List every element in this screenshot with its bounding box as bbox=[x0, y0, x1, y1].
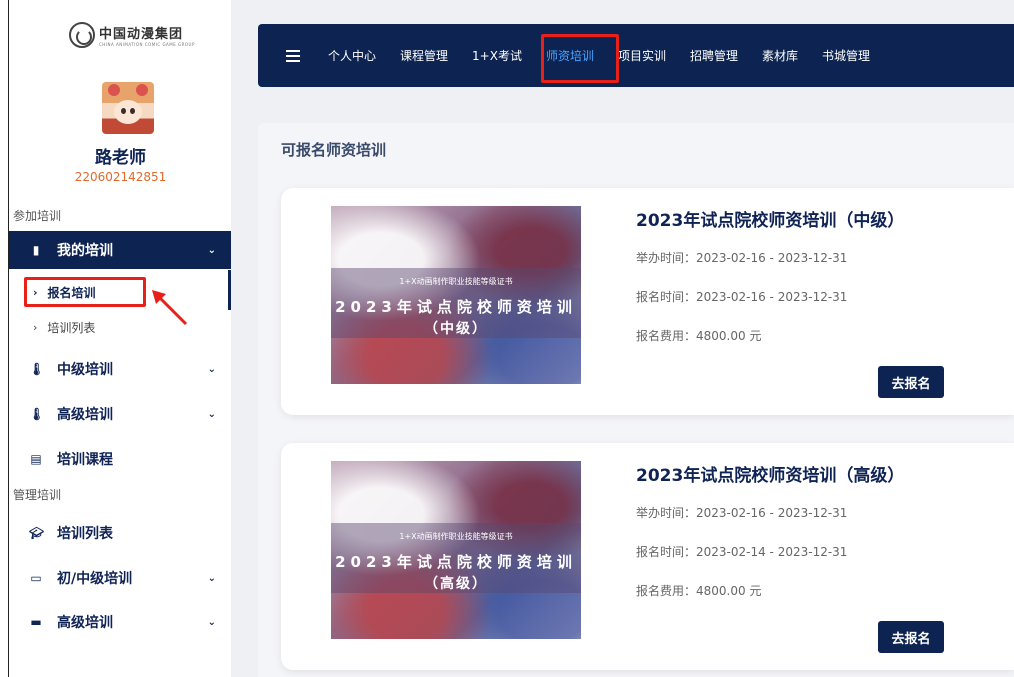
chevron-down-icon: ⌄ bbox=[207, 244, 216, 256]
battery-icon: ▭ bbox=[30, 571, 42, 585]
sidebar-item-manage-basic[interactable]: ▭ 初/中级培训 ⌄ bbox=[9, 559, 232, 597]
avatar[interactable] bbox=[102, 82, 154, 134]
sidebar-item-courses[interactable]: ▤ 培训课程 bbox=[9, 440, 232, 478]
tab-recruitment[interactable]: 招聘管理 bbox=[678, 24, 750, 87]
tab-1x-exam[interactable]: 1+X考试 bbox=[460, 24, 534, 87]
training-card: 1+X动画制作职业技能等级证书 2023年试点院校师资培训 （中级） 2023年… bbox=[281, 188, 1014, 415]
sidebar-item-advanced[interactable]: 🌡︎ 高级培训 ⌄ bbox=[9, 395, 232, 433]
tab-course-management[interactable]: 课程管理 bbox=[388, 24, 460, 87]
held-time: 举办时间：2023-02-16 - 2023-12-31 bbox=[636, 506, 848, 520]
cover-caption: 1+X动画制作职业技能等级证书 bbox=[399, 277, 513, 286]
brand-name-en: CHINA ANIMATION COMIC GAME GROUP bbox=[99, 42, 195, 47]
sidebar-item-intermediate[interactable]: 🌡︎ 中级培训 ⌄ bbox=[9, 350, 232, 388]
clipboard-icon: ▮ bbox=[32, 243, 40, 257]
sidebar-item-label: 中级培训 bbox=[57, 362, 113, 378]
logo-mark-icon bbox=[69, 22, 95, 48]
thermometer-icon: 🌡︎ bbox=[29, 407, 45, 421]
page-title: 可报名师资培训 bbox=[281, 141, 387, 159]
graduation-cap-icon: 🎓︎ bbox=[29, 526, 45, 540]
highlight-box-signup bbox=[24, 277, 146, 307]
brand-name: 中国动漫集团 bbox=[99, 27, 184, 42]
training-cover-image[interactable]: 1+X动画制作职业技能等级证书 2023年试点院校师资培训 （高级） bbox=[331, 461, 581, 639]
chevron-down-icon: ⌄ bbox=[207, 572, 216, 584]
training-title[interactable]: 2023年试点院校师资培训（中级） bbox=[636, 206, 904, 231]
sidebar-item-label: 培训课程 bbox=[57, 452, 113, 468]
tab-materials[interactable]: 素材库 bbox=[750, 24, 810, 87]
user-name: 路老师 bbox=[95, 148, 146, 168]
cover-level: （中级） bbox=[424, 321, 488, 337]
training-title[interactable]: 2023年试点院校师资培训（高级） bbox=[636, 461, 904, 486]
user-id: 220602142851 bbox=[74, 170, 167, 184]
sidebar-item-label: 高级培训 bbox=[57, 615, 113, 631]
sidebar-item-manage-advanced[interactable]: ▬ 高级培训 ⌄ bbox=[9, 603, 232, 641]
sidebar-item-label: 初/中级培训 bbox=[57, 571, 133, 587]
section-manage-training: 管理培训 bbox=[13, 488, 62, 502]
thermometer-icon: 🌡︎ bbox=[29, 362, 45, 376]
top-nav-bar: 个人中心 课程管理 1+X考试 师资培训 项目实训 招聘管理 素材库 书城管理 bbox=[258, 24, 1014, 87]
chevron-down-icon: ⌄ bbox=[207, 363, 216, 375]
chevron-down-icon: ⌄ bbox=[207, 408, 216, 420]
sidebar-item-manage-list[interactable]: 🎓︎ 培训列表 bbox=[9, 514, 232, 552]
menu-toggle-icon[interactable] bbox=[286, 49, 300, 62]
cover-title: 2023年试点院校师资培训 bbox=[335, 553, 577, 571]
signup-time: 报名时间：2023-02-14 - 2023-12-31 bbox=[636, 545, 848, 559]
cover-level: （高级） bbox=[424, 576, 488, 592]
tab-bookstore[interactable]: 书城管理 bbox=[810, 24, 882, 87]
signup-button[interactable]: 去报名 bbox=[878, 621, 944, 653]
tab-personal-center[interactable]: 个人中心 bbox=[316, 24, 388, 87]
cover-caption: 1+X动画制作职业技能等级证书 bbox=[399, 532, 513, 541]
signup-button[interactable]: 去报名 bbox=[878, 366, 944, 398]
sidebar-item-my-training[interactable]: ▮ 我的培训 ⌄ bbox=[9, 231, 232, 269]
sidebar-item-label: 培训列表 bbox=[57, 526, 113, 542]
signup-time: 报名时间：2023-02-16 - 2023-12-31 bbox=[636, 290, 848, 304]
training-card: 1+X动画制作职业技能等级证书 2023年试点院校师资培训 （高级） 2023年… bbox=[281, 443, 1014, 670]
sidebar: 中国动漫集团 CHINA ANIMATION COMIC GAME GROUP … bbox=[8, 0, 232, 677]
battery-full-icon: ▬ bbox=[30, 615, 42, 629]
training-cover-image[interactable]: 1+X动画制作职业技能等级证书 2023年试点院校师资培训 （中级） bbox=[331, 206, 581, 384]
highlight-box-teacher-training bbox=[541, 34, 619, 83]
held-time: 举办时间：2023-02-16 - 2023-12-31 bbox=[636, 251, 848, 265]
chevron-down-icon: ⌄ bbox=[207, 616, 216, 628]
sidebar-item-label: 我的培训 bbox=[57, 243, 113, 259]
cover-title: 2023年试点院校师资培训 bbox=[335, 298, 577, 316]
brand-logo[interactable]: 中国动漫集团 CHINA ANIMATION COMIC GAME GROUP bbox=[69, 22, 195, 48]
signup-fee: 报名费用：4800.00 元 bbox=[636, 584, 762, 598]
signup-fee: 报名费用：4800.00 元 bbox=[636, 329, 762, 343]
chevron-right-icon: › bbox=[33, 320, 38, 334]
subitem-training-list[interactable]: › 培训列表 bbox=[9, 313, 232, 341]
subitem-label: 培训列表 bbox=[47, 320, 96, 335]
sidebar-item-label: 高级培训 bbox=[57, 407, 113, 423]
red-arrow-icon bbox=[152, 290, 188, 326]
section-join-training: 参加培训 bbox=[13, 209, 62, 223]
book-icon: ▤ bbox=[30, 452, 42, 466]
